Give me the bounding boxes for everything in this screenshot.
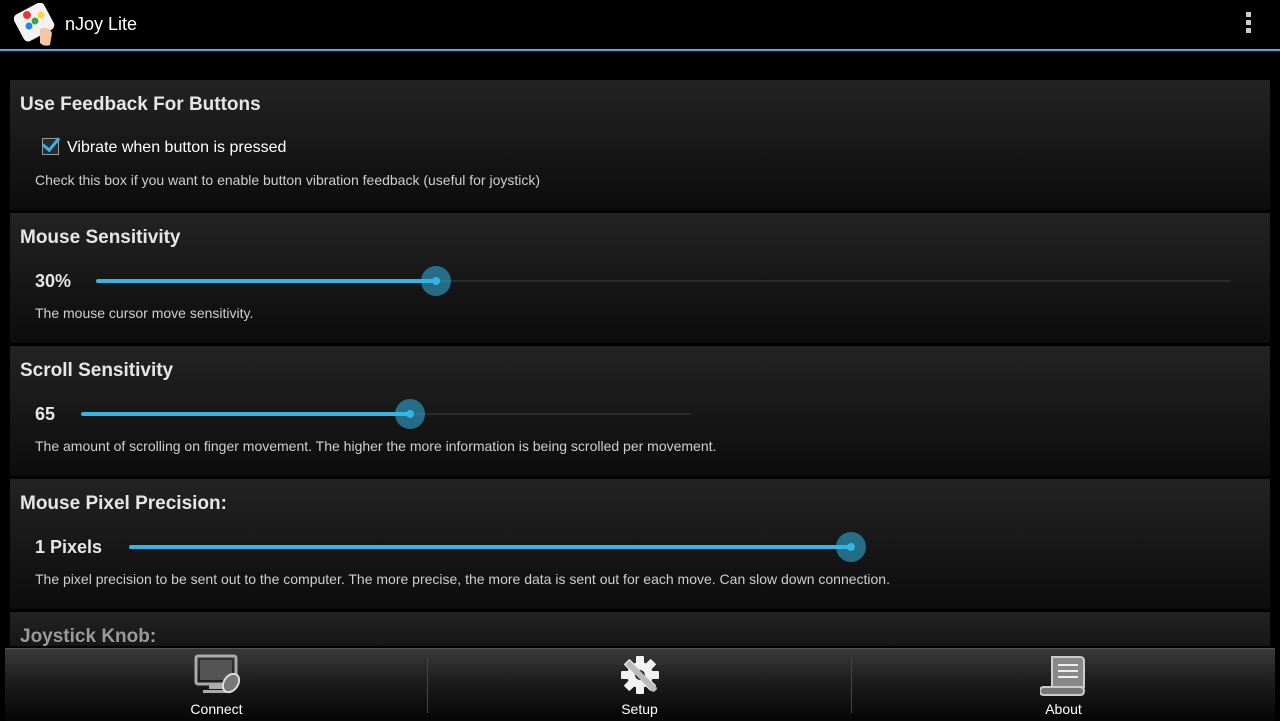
computer-mouse-icon	[194, 654, 240, 694]
mouse-sensitivity-card: Mouse Sensitivity 30% The mouse cursor m…	[10, 213, 1270, 343]
mouse-sensitivity-slider[interactable]	[96, 266, 1230, 296]
overflow-menu-icon[interactable]	[1240, 12, 1256, 38]
joystick-knob-card: Joystick Knob:	[10, 612, 1270, 646]
pixel-precision-title: Mouse Pixel Precision:	[20, 493, 227, 514]
tab-about[interactable]: About	[852, 649, 1275, 721]
tab-connect-label: Connect	[190, 701, 243, 717]
njoy-app-icon[interactable]	[14, 3, 60, 47]
feedback-setting-card: Use Feedback For Buttons Vibrate when bu…	[10, 80, 1270, 210]
scroll-sensitivity-thumb[interactable]	[395, 399, 426, 429]
tab-setup-label: Setup	[621, 701, 658, 717]
vibrate-checkbox[interactable]	[41, 132, 61, 155]
mouse-sensitivity-fill	[96, 279, 437, 283]
mouse-sensitivity-description: The mouse cursor move sensitivity.	[35, 305, 254, 321]
scroll-sensitivity-value: 65	[35, 404, 56, 424]
scroll-sensitivity-slider[interactable]	[81, 399, 691, 429]
pixel-precision-card: Mouse Pixel Precision: 1 Pixels The pixe…	[10, 479, 1270, 609]
tab-about-label: About	[1045, 701, 1082, 717]
feedback-description: Check this box if you want to enable but…	[35, 172, 541, 188]
scroll-sensitivity-title: Scroll Sensitivity	[20, 360, 174, 381]
bottom-tab-bar: Connect Setup About	[5, 648, 1275, 721]
mouse-sensitivity-title: Mouse Sensitivity	[20, 227, 181, 248]
scroll-sensitivity-fill	[81, 412, 411, 416]
tab-setup[interactable]: Setup	[428, 649, 851, 721]
tab-connect[interactable]: Connect	[5, 649, 428, 721]
scroll-sensitivity-card: Scroll Sensitivity 65 The amount of scro…	[10, 346, 1270, 476]
mouse-sensitivity-value: 30%	[35, 271, 72, 291]
pixel-precision-thumb[interactable]	[836, 532, 866, 562]
feedback-setting-title: Use Feedback For Buttons	[20, 94, 261, 115]
action-bar: nJoy Lite	[0, 0, 1280, 51]
scroll-sensitivity-description: The amount of scrolling on finger moveme…	[35, 438, 717, 454]
app-title: nJoy Lite	[65, 14, 138, 34]
scroll-icon	[1039, 656, 1085, 696]
joystick-knob-title: Joystick Knob:	[20, 626, 157, 646]
settings-list[interactable]: Use Feedback For Buttons Vibrate when bu…	[0, 51, 1280, 646]
pixel-precision-value: 1 Pixels	[35, 537, 103, 557]
checkmark-icon	[41, 132, 61, 153]
vibrate-checkbox-label[interactable]: Vibrate when button is pressed	[67, 139, 286, 157]
pixel-precision-slider[interactable]	[129, 532, 866, 562]
pixel-precision-fill	[129, 545, 851, 549]
gear-wrench-icon	[620, 656, 659, 694]
mouse-sensitivity-thumb[interactable]	[421, 266, 452, 296]
pixel-precision-description: The pixel precision to be sent out to th…	[35, 571, 890, 587]
